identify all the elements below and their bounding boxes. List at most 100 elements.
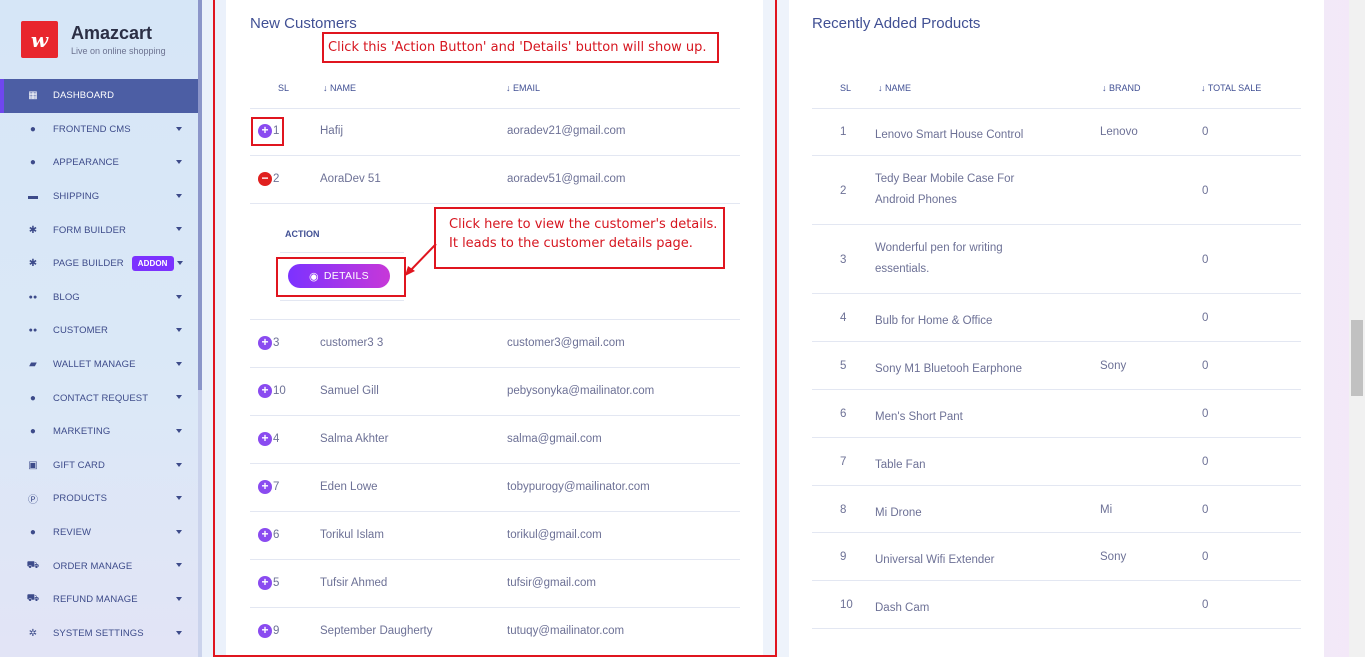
users-icon: ●● [28,327,38,335]
user-icon: ● [29,123,37,135]
sidebar-item-label: PAGE BUILDER [53,258,124,270]
sidebar-item-dashboard[interactable]: ▦ DASHBOARD [0,79,198,113]
sidebar-item-label: REVIEW [53,527,92,539]
sidebar-item-label: DASHBOARD [53,90,115,102]
product-name: Universal Wifi Extender [875,554,995,566]
product-name: Table Fan [875,459,926,471]
annotation-details-button-box [276,257,406,297]
product-name: Lenovo Smart House Control [875,129,1024,141]
row-sl: 4 [840,312,847,324]
cogs-icon: ✱ [28,224,38,236]
cart-icon: ⛟ [26,593,40,605]
annotation-arrow [405,243,437,276]
page-scrollbar[interactable] [1349,0,1365,657]
sidebar-item-label: WALLET MANAGE [53,359,136,371]
product-total-sale: 0 [1202,456,1209,468]
caret-down-icon [176,596,182,601]
sidebar-item-order-manage[interactable]: ⛟ ORDER MANAGE [0,549,198,583]
product-name: Dash Cam [875,602,930,614]
row-sl: 10 [840,599,853,611]
caret-down-icon [176,294,182,299]
product-name: Bulb for Home & Office [875,315,993,327]
product-total-sale: 0 [1202,312,1209,324]
caret-down-icon [176,428,182,433]
annotation-action-note: Click this 'Action Button' and 'Details'… [322,32,719,63]
recent-products-title: Recently Added Products [812,15,981,32]
sidebar-item-label: SYSTEM SETTINGS [53,627,144,639]
user-icon: ● [29,426,37,438]
gift-icon: ▣ [28,459,38,471]
wallet-icon: ▰ [29,359,37,371]
row-sl: 7 [840,456,847,468]
addon-badge: ADDON [131,256,174,272]
sidebar-item-label: FORM BUILDER [53,224,126,236]
row-sl: 2 [840,184,847,197]
product-header-brand[interactable]: ↓ BRAND [1102,83,1141,93]
grid-icon: ▦ [28,90,38,102]
sidebar-item-label: PRODUCTS [53,493,108,505]
product-brand: Lenovo [1100,126,1138,138]
sidebar-item-appearance[interactable]: ● APPEARANCE [0,146,198,180]
row-sl: 6 [840,408,847,420]
product-name: Wonderful pen for writing essentials. [875,242,1003,275]
sidebar-item-label: APPEARANCE [53,157,119,169]
product-name: Tedy Bear Mobile Case For Android Phones [875,173,1015,206]
caret-down-icon [176,160,182,165]
product-total-sale: 0 [1202,126,1209,138]
sidebar-item-refund-manage[interactable]: ⛟ REFUND MANAGE [0,583,198,617]
sidebar-item-shipping[interactable]: ▬ SHIPPING [0,180,198,214]
sidebar: w Amazcart Live on online shopping ▦ DASH… [0,0,198,657]
caret-down-icon [176,630,182,635]
brand-logo[interactable]: w Amazcart Live on online shopping [21,21,166,58]
money-icon: ▬ [27,191,39,203]
sidebar-scrollbar[interactable] [198,0,202,657]
cogs-icon: ✱ [28,258,38,270]
product-name: Men's Short Pant [875,411,963,423]
product-total-sale: 0 [1202,253,1209,266]
product-header-sl[interactable]: SL [840,83,851,93]
sidebar-item-label: FRONTEND CMS [53,123,131,135]
caret-down-icon [176,395,182,400]
caret-down-icon [176,563,182,568]
caret-down-icon [176,126,182,131]
brand-tagline: Live on online shopping [71,46,166,56]
caret-down-icon [176,529,182,534]
user-icon: ● [29,157,37,169]
product-header-total-sale[interactable]: ↓ TOTAL SALE [1201,83,1261,93]
annotation-details-note: Click here to view the customer's detail… [434,207,725,269]
product-total-sale: 0 [1202,599,1209,611]
product-total-sale: 0 [1202,503,1209,516]
product-hunt-icon: Ⓟ [27,495,39,507]
sidebar-item-contact-request[interactable]: ● CONTACT REQUEST [0,381,198,415]
sidebar-item-system-settings[interactable]: ✲ SYSTEM SETTINGS [0,617,198,651]
sidebar-item-label: CUSTOMER [53,325,108,337]
sidebar-item-label: CONTACT REQUEST [53,392,149,404]
sidebar-item-review[interactable]: ● REVIEW [0,516,198,550]
row-sl: 8 [840,503,847,516]
brand-name: Amazcart [71,23,153,43]
caret-down-icon [176,496,182,501]
sidebar-item-gift-card[interactable]: ▣ GIFT CARD [0,449,198,483]
annotation-customers-box [213,0,777,657]
sidebar-item-blog[interactable]: ●● BLOG [0,281,198,315]
user-icon: ● [29,527,37,539]
sidebar-item-frontend-cms[interactable]: ● FRONTEND CMS [0,113,198,147]
sidebar-item-products[interactable]: Ⓟ PRODUCTS [0,482,198,516]
sidebar-item-form-builder[interactable]: ✱ FORM BUILDER [0,213,198,247]
sidebar-item-wallet-manage[interactable]: ▰ WALLET MANAGE [0,348,198,382]
user-icon: ● [29,392,37,404]
product-name: Sony M1 Bluetooh Earphone [875,363,1023,375]
product-header-name[interactable]: ↓ NAME [878,83,911,93]
row-sl: 1 [840,126,847,138]
sidebar-item-label: GIFT CARD [53,459,105,471]
sidebar-item-customer[interactable]: ●● CUSTOMER [0,314,198,348]
sidebar-item-marketing[interactable]: ● MARKETING [0,415,198,449]
product-total-sale: 0 [1202,184,1209,197]
gear-icon: ✲ [28,627,38,639]
cart-icon: ⛟ [26,559,40,571]
users-icon: ●● [28,293,38,301]
sidebar-item-label: MARKETING [53,426,111,438]
product-brand: Sony [1100,360,1127,372]
caret-down-icon [176,361,182,366]
sidebar-item-page-builder[interactable]: ✱ PAGE BUILDER ADDON [0,247,198,281]
